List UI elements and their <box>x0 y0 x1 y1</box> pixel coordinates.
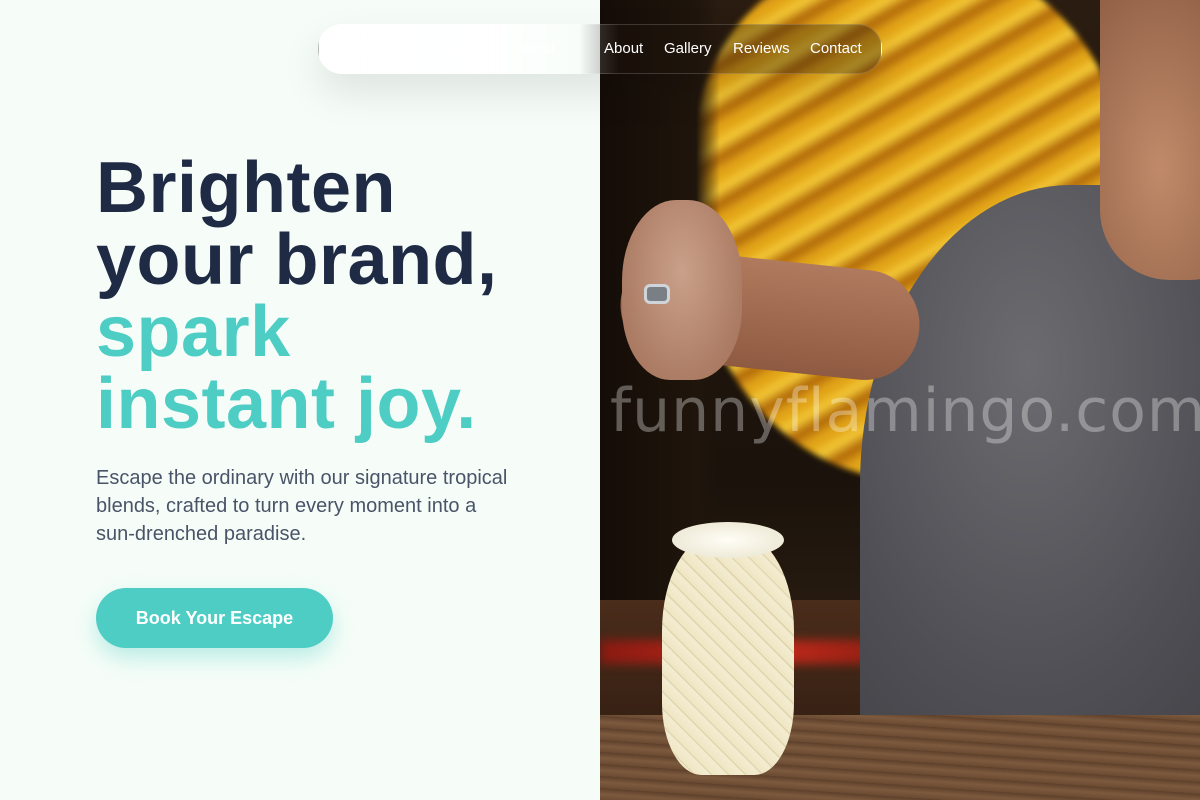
hero-subtitle: Escape the ordinary with our signature t… <box>96 467 508 545</box>
hero-section: Brighten your brand, spark instant joy. … <box>0 0 600 800</box>
hero-title-line: Brighten <box>96 148 396 228</box>
top-nav: The Reef Hideaway Menu About Gallery Rev… <box>318 24 882 74</box>
pineapple-glass-cocktail <box>662 535 794 775</box>
nav-link-gallery[interactable]: Gallery <box>664 40 712 57</box>
hero-title-accent-line: spark <box>96 292 291 372</box>
brand-logo-text[interactable]: The Reef Hideaway <box>345 40 482 57</box>
hero-title: Brighten your brand, spark instant joy. <box>96 152 498 440</box>
watermark: funnyflamingo.com <box>610 376 1200 446</box>
book-your-escape-button[interactable]: Book Your Escape <box>96 588 333 648</box>
hand-sprinkling <box>622 200 742 380</box>
nav-link-menu[interactable]: Menu <box>517 40 555 57</box>
hero-title-accent-line: instant joy. <box>96 364 477 444</box>
nav-link-about[interactable]: About <box>604 40 643 57</box>
nav-link-reviews[interactable]: Reviews <box>733 40 790 57</box>
nav-link-contact[interactable]: Contact <box>810 40 862 57</box>
hero-title-line: your brand, <box>96 220 498 300</box>
